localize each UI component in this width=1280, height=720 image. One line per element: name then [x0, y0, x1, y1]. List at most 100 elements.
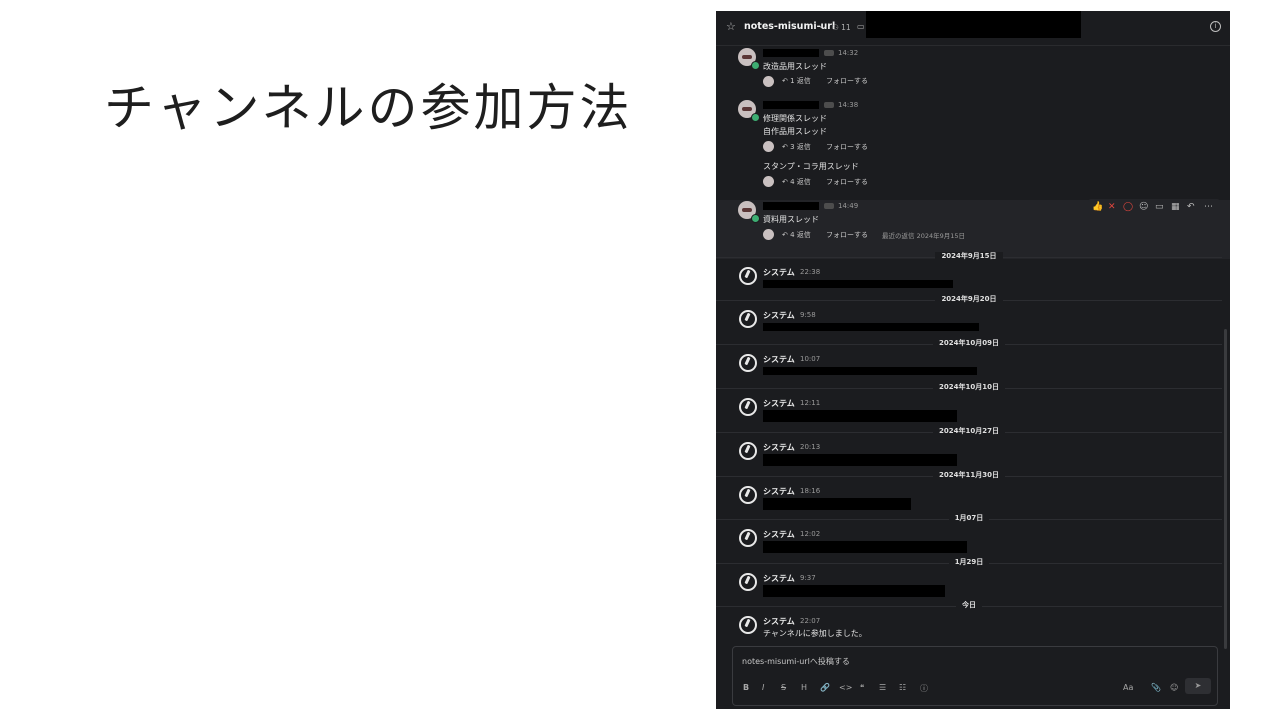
- member-count-button[interactable]: ⚇ 11: [832, 23, 851, 32]
- date-label-wrap: 2024年10月09日: [716, 338, 1222, 348]
- system-avatar-icon: [739, 529, 757, 547]
- strike-icon[interactable]: S: [781, 683, 786, 692]
- redacted-username: [763, 202, 819, 210]
- message-text: 資料用スレッド: [763, 215, 819, 224]
- slide-title: チャンネルの参加方法: [104, 79, 633, 137]
- reply-count[interactable]: ↶ 3 返信: [782, 142, 811, 152]
- date-separator: 2024年10月27日: [716, 426, 1222, 438]
- message-text: スタンプ・コラ用スレッド: [763, 162, 859, 171]
- system-avatar-icon: [739, 354, 757, 372]
- post-time[interactable]: 18:16: [800, 487, 820, 495]
- message-text: 修理関係スレッド: [763, 114, 827, 123]
- online-status-icon: [751, 113, 760, 122]
- thumbs-up-icon[interactable]: 👍: [1092, 200, 1103, 214]
- redacted-message: [763, 498, 911, 510]
- reply-count[interactable]: ↶ 4 返信: [782, 230, 811, 240]
- post-time[interactable]: 12:02: [800, 530, 820, 538]
- apps-icon[interactable]: ▦: [1171, 200, 1180, 214]
- post-time[interactable]: 20:13: [800, 443, 820, 451]
- x-mark-icon[interactable]: ✕: [1108, 200, 1116, 214]
- date-label-wrap: 2024年10月10日: [716, 382, 1222, 392]
- more-icon[interactable]: ⋯: [1204, 200, 1213, 214]
- sender-name[interactable]: システム: [763, 442, 795, 453]
- emoji-icon[interactable]: ☺: [1170, 683, 1178, 692]
- quote-icon[interactable]: ❝: [860, 683, 864, 692]
- redacted-username: [763, 49, 819, 57]
- date-label: 2024年9月20日: [935, 295, 1003, 303]
- reply-count-label: 4 返信: [790, 231, 811, 239]
- code-icon[interactable]: <>: [839, 683, 852, 692]
- reply-count-label: 3 返信: [790, 143, 811, 151]
- italic-icon[interactable]: I: [762, 683, 764, 692]
- attach-icon[interactable]: 📎: [1151, 683, 1161, 692]
- date-separator: 1月29日: [716, 557, 1222, 569]
- heading-icon[interactable]: H: [801, 683, 807, 692]
- sender-name[interactable]: システム: [763, 529, 795, 540]
- post-time[interactable]: 22:38: [800, 268, 820, 276]
- sender-name[interactable]: システム: [763, 398, 795, 409]
- bold-icon[interactable]: B: [743, 683, 749, 692]
- date-separator: 2024年10月09日: [716, 338, 1222, 350]
- follow-button[interactable]: フォローする: [826, 76, 868, 86]
- post-time[interactable]: 10:07: [800, 355, 820, 363]
- date-separator: 2024年9月20日: [716, 294, 1222, 306]
- chat-app-window: ☆ notes-misumi-url ⌄ ⚇ 11 ▭ i 14:32 改造品用…: [716, 11, 1230, 709]
- date-label-wrap: 2024年11月30日: [716, 470, 1222, 480]
- bullet-list-icon[interactable]: ☰: [879, 683, 886, 692]
- system-avatar-icon: [739, 573, 757, 591]
- reply-count[interactable]: ↶ 4 返信: [782, 177, 811, 187]
- follow-button[interactable]: フォローする: [826, 142, 868, 152]
- composer-input[interactable]: notes-misumi-urlへ投稿する: [742, 656, 850, 667]
- online-status-icon: [751, 214, 760, 223]
- sender-name[interactable]: システム: [763, 310, 795, 321]
- pin-icon[interactable]: ▭: [857, 22, 865, 31]
- follow-button[interactable]: フォローする: [826, 177, 868, 187]
- reply-avatar: [763, 176, 774, 187]
- reply-count[interactable]: ↶ 1 返信: [782, 76, 811, 86]
- chevron-down-icon[interactable]: ⌄: [818, 21, 825, 30]
- sender-name[interactable]: システム: [763, 354, 795, 365]
- post-time[interactable]: 14:38: [838, 101, 858, 109]
- post-time[interactable]: 14:32: [838, 49, 858, 57]
- post-time[interactable]: 9:37: [800, 574, 816, 582]
- sender-name[interactable]: システム: [763, 486, 795, 497]
- message-composer[interactable]: notes-misumi-urlへ投稿する B I S H 🔗 <> ❝ ☰ ☷…: [732, 646, 1218, 706]
- post-time[interactable]: 9:58: [800, 311, 816, 319]
- channel-info-icon[interactable]: i: [1210, 21, 1221, 32]
- post-time[interactable]: 12:11: [800, 399, 820, 407]
- system-avatar-icon: [739, 267, 757, 285]
- person-icon: ⚇: [832, 23, 839, 32]
- sender-name[interactable]: システム: [763, 573, 795, 584]
- sender-name[interactable]: システム: [763, 267, 795, 278]
- follow-button[interactable]: フォローする: [826, 230, 868, 240]
- date-separator: 2024年10月10日: [716, 382, 1222, 394]
- reply-count-label: 1 返信: [790, 77, 811, 85]
- text-format-icon[interactable]: Aa: [1123, 683, 1133, 692]
- sender-name[interactable]: システム: [763, 616, 795, 627]
- reply-icon[interactable]: ↶: [1187, 200, 1195, 214]
- favorite-star-icon[interactable]: ☆: [726, 20, 736, 33]
- date-label-wrap: 今日: [716, 600, 1222, 610]
- reply-avatar: [763, 76, 774, 87]
- scrollbar[interactable]: [1224, 329, 1227, 649]
- date-label-wrap: 2024年9月15日: [716, 251, 1222, 261]
- numbered-list-icon[interactable]: ☷: [899, 683, 906, 692]
- date-label: 2024年10月10日: [933, 383, 1005, 391]
- redacted-message: [763, 410, 957, 422]
- bookmark-icon[interactable]: ▭: [1155, 200, 1164, 214]
- bot-badge: [824, 50, 834, 56]
- redacted-message: [763, 541, 967, 553]
- info-icon[interactable]: ⓘ: [920, 683, 928, 694]
- date-label-wrap: 1月07日: [716, 513, 1222, 523]
- red-circle-icon[interactable]: ◯: [1123, 200, 1133, 214]
- date-label: 2024年9月15日: [935, 252, 1003, 260]
- add-reaction-icon[interactable]: ☺: [1139, 200, 1148, 214]
- post-time[interactable]: 22:07: [800, 617, 820, 625]
- redacted-message: [763, 454, 957, 466]
- post-time[interactable]: 14:49: [838, 202, 858, 210]
- link-icon[interactable]: 🔗: [820, 683, 830, 692]
- date-label: 今日: [956, 601, 982, 609]
- send-button[interactable]: ➤: [1185, 678, 1211, 694]
- date-label-wrap: 1月29日: [716, 557, 1222, 567]
- bot-badge: [824, 203, 834, 209]
